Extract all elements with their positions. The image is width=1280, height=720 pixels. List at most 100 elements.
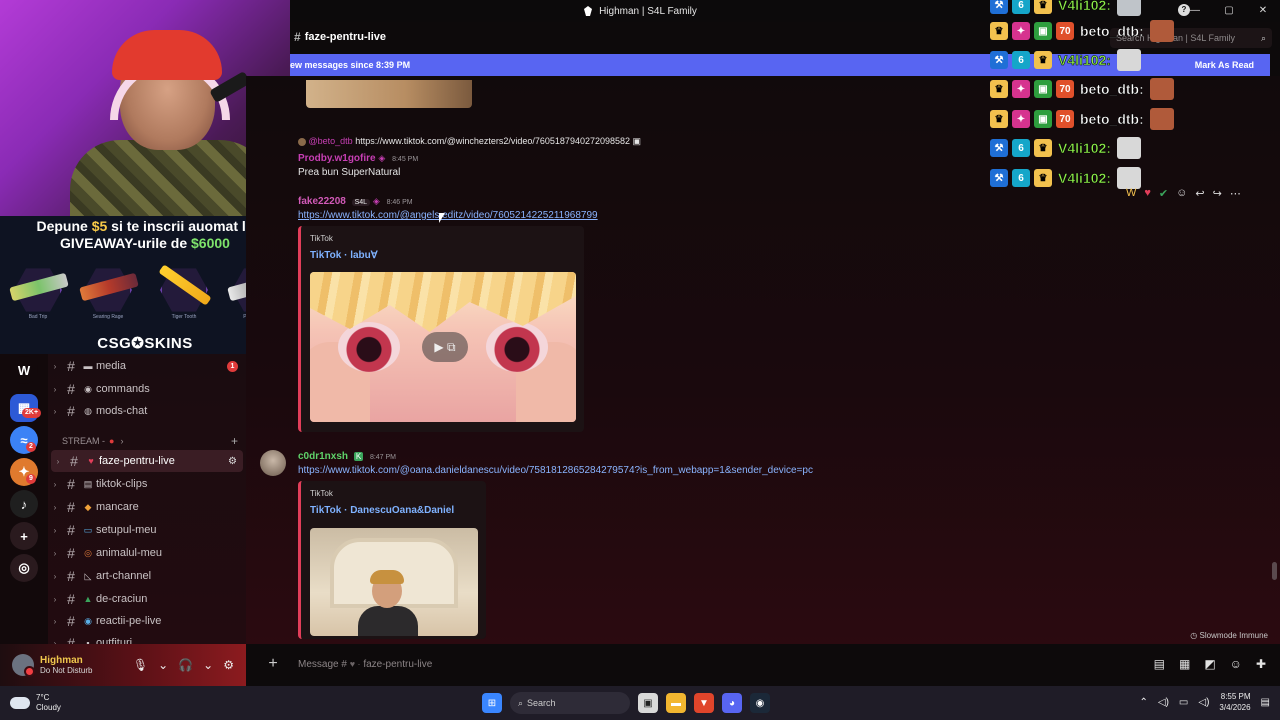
gift-badge-icon: ✦ xyxy=(1012,80,1030,98)
steam-icon[interactable]: ◉ xyxy=(750,693,770,713)
cloud-icon xyxy=(10,697,30,709)
microphone-icon[interactable]: 🎙 xyxy=(133,658,148,672)
system-tray: ⌃ ◁) ▭ ◁) 8:55 PM 3/4/2026 ▤ xyxy=(1140,691,1271,713)
channel-list: › # ▬ media 1 › # ◉ commands › # ◍ mods-… xyxy=(48,354,246,644)
channel-tiktok-clips[interactable]: › # ▤ tiktok-clips xyxy=(48,473,246,495)
close-button[interactable]: ✕ xyxy=(1246,0,1280,22)
image-icon: ▣ xyxy=(632,136,642,146)
file-explorer-icon[interactable]: ▬ xyxy=(666,693,686,713)
avatar[interactable] xyxy=(260,450,286,476)
play-icon[interactable]: ▶ ⧉ xyxy=(422,332,468,362)
help-icon[interactable]: ? xyxy=(1178,4,1190,16)
crown-badge-icon: ♛ xyxy=(990,80,1008,98)
add-reaction-icon[interactable]: ☺ xyxy=(1176,187,1187,199)
gear-icon[interactable]: ⚙ xyxy=(223,658,234,672)
speaker-icon[interactable]: ◁) xyxy=(1158,697,1169,708)
weather-widget[interactable]: 7°C Cloudy xyxy=(10,693,61,713)
hammer-badge-icon: ⚒ xyxy=(990,169,1008,187)
server-music-icon[interactable]: ♪ xyxy=(10,490,38,518)
channel-animalul-meu[interactable]: › # ◎ animalul-meu xyxy=(48,542,246,564)
slowmode-indicator: ◷ Slowmode Immune xyxy=(1190,631,1268,640)
channel-setupul-meu[interactable]: › # ▭ setupul-meu xyxy=(48,519,246,541)
category-stream[interactable]: STREAM - ● › + xyxy=(62,434,246,448)
headphones-icon[interactable]: 🎧 xyxy=(178,658,193,672)
server-w-icon[interactable]: W xyxy=(10,356,38,384)
embed-provider: TikTok xyxy=(310,489,333,498)
mouse-cursor-icon xyxy=(439,213,445,223)
channel-outfituri[interactable]: › # ▪ outfituri xyxy=(48,632,246,644)
attach-plus-icon[interactable]: + xyxy=(258,655,288,673)
embed-title[interactable]: TikTok · labu∀ xyxy=(310,250,378,261)
reaction-w-icon[interactable]: W xyxy=(1126,187,1136,199)
taskbar: 7°C Cloudy ⊞ ⌕ Search ▣ ▬ ▼ ◕ ◉ ⌃ ◁) ▭ ◁… xyxy=(0,686,1280,720)
windows-start-icon[interactable]: ⊞ xyxy=(482,693,502,713)
message-link[interactable]: https://www.tiktok.com/@angels.editz/vid… xyxy=(298,210,598,221)
sticker-icon[interactable]: ◩ xyxy=(1204,657,1215,671)
overlay-username: beto_dtb: xyxy=(1080,81,1144,98)
reply-preview[interactable]: @beto_dtb https://www.tiktok.com/@winche… xyxy=(298,136,641,147)
message-username[interactable]: fake22208 xyxy=(298,196,346,207)
gift-badge-icon: ✦ xyxy=(1012,110,1030,128)
channel-emoji: ▬ xyxy=(83,361,93,371)
message-header: c0dr1nxsh K 8:47 PM xyxy=(298,451,396,462)
channel-de-craciun[interactable]: › # ▲ de-craciun xyxy=(48,588,246,610)
previous-attachment[interactable] xyxy=(306,80,472,108)
message-composer[interactable]: + Message # ♥ · faze-pentru-live ▤ ▦ ◩ ☺… xyxy=(258,648,1274,680)
message-input[interactable]: Message # ♥ · faze-pentru-live xyxy=(298,659,432,670)
maximize-button[interactable]: ▢ xyxy=(1212,0,1246,22)
channel-reactii-pe-live[interactable]: › # ◉ reactii-pe-live xyxy=(48,610,246,632)
present-badge-icon: ▣ xyxy=(1034,80,1052,98)
emoji-icon[interactable]: ☺ xyxy=(1230,657,1242,671)
channel-media[interactable]: › # ▬ media 1 xyxy=(48,355,246,377)
discord-icon[interactable]: ◕ xyxy=(722,693,742,713)
embed-title[interactable]: TikTok · DanescuOana&Daniel xyxy=(310,505,454,516)
message-username[interactable]: Prodby.w1gofire xyxy=(298,153,376,164)
monitor-icon[interactable]: ▭ xyxy=(1179,697,1188,708)
add-channel-icon[interactable]: + xyxy=(231,434,238,448)
apps-icon[interactable]: ✚ xyxy=(1256,657,1266,671)
gift-icon[interactable]: ▤ xyxy=(1154,657,1165,671)
volume-icon[interactable]: ◁) xyxy=(1198,697,1209,708)
emote-icon xyxy=(1116,137,1141,159)
channel-commands[interactable]: › # ◉ commands xyxy=(48,378,246,400)
chevron-right-icon: › xyxy=(53,525,57,535)
chevron-up-icon[interactable]: ⌃ xyxy=(1140,697,1148,708)
reaction-check-icon[interactable]: ✔ xyxy=(1159,187,1168,200)
more-options-icon[interactable]: ⋯ xyxy=(1230,187,1241,200)
embed-video-thumbnail[interactable] xyxy=(310,528,478,636)
chevron-down-icon[interactable]: ⌄ xyxy=(158,658,168,672)
reaction-heart-icon[interactable]: ♥ xyxy=(1144,187,1151,199)
channel-mods-chat[interactable]: › # ◍ mods-chat xyxy=(48,400,246,422)
forward-icon[interactable]: ↪ xyxy=(1213,187,1222,200)
clock-time: 8:55 PM xyxy=(1220,692,1251,701)
brave-browser-icon[interactable]: ▼ xyxy=(694,693,714,713)
overlay-username: V4li102: xyxy=(1058,0,1111,13)
taskbar-search[interactable]: ⌕ Search xyxy=(510,692,630,714)
channel-art-channel[interactable]: › # ◺ art-channel xyxy=(48,565,246,587)
crown-badge-icon: ♛ xyxy=(1034,0,1052,14)
task-view-icon[interactable]: ▣ xyxy=(638,693,658,713)
chevron-down-icon[interactable]: ⌄ xyxy=(203,658,213,672)
clock[interactable]: 8:55 PM 3/4/2026 xyxy=(1219,691,1250,713)
overlay-username: V4li102: xyxy=(1058,170,1111,187)
channel-emoji: ♥ xyxy=(88,456,94,466)
thumbnail-art xyxy=(370,570,404,584)
message-link[interactable]: https://www.tiktok.com/@oana.danieldanes… xyxy=(298,465,813,476)
channel-settings-icon[interactable]: ⚙ xyxy=(228,456,237,467)
gif-icon[interactable]: ▦ xyxy=(1179,657,1190,671)
avatar[interactable] xyxy=(12,654,35,677)
discover-icon[interactable]: ◎ xyxy=(10,554,38,582)
chevron-right-icon: › xyxy=(53,616,57,626)
hash-icon: # xyxy=(70,453,78,469)
embed-video-thumbnail[interactable]: ▶ ⧉ xyxy=(310,272,576,422)
notification-icon[interactable]: ▤ xyxy=(1261,697,1270,708)
channel-mancare[interactable]: › # ◆ mancare xyxy=(48,496,246,518)
record-dot-icon: ● xyxy=(109,436,115,446)
channel-faze-pentru-live[interactable]: › # ♥ faze-pentru-live ⚙ xyxy=(51,450,243,472)
user-info[interactable]: Highman Do Not Disturb xyxy=(40,655,92,675)
streamer-body xyxy=(70,140,270,216)
message-username[interactable]: c0dr1nxsh xyxy=(298,451,348,462)
reply-icon[interactable]: ↩ xyxy=(1195,187,1204,200)
scrollbar[interactable] xyxy=(1272,562,1277,580)
add-server-icon[interactable]: + xyxy=(10,522,38,550)
